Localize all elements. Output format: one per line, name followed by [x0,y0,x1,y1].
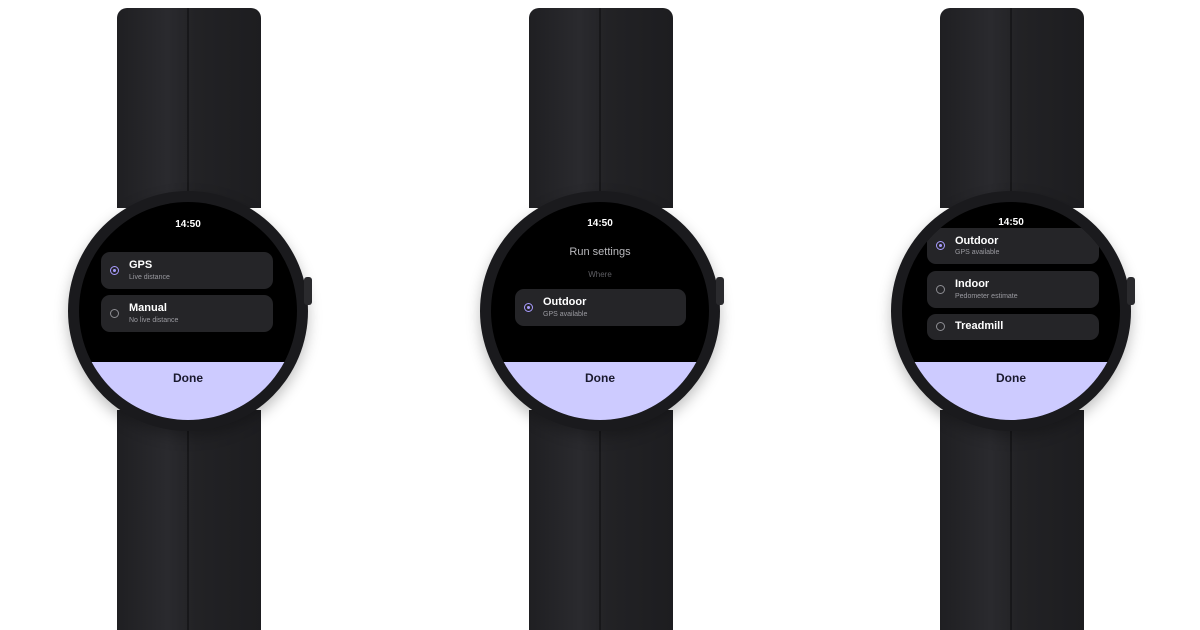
option-secondary: Pedometer estimate [955,293,1018,300]
radio-selected-icon [936,241,945,250]
watch-strap-bottom [117,410,261,630]
done-button[interactable]: Done [491,362,709,420]
option-label: Outdoor [955,235,999,247]
option-secondary: Live distance [129,274,170,281]
watch-crown[interactable] [1127,277,1135,305]
radio-unselected-icon [936,285,945,294]
option-secondary: GPS available [543,311,588,318]
radio-selected-icon [110,266,119,275]
option-manual[interactable]: Manual No live distance [101,295,273,332]
option-label: GPS [129,259,153,271]
watch-screen: 14:50 Run settings Where Outdoor GPS ava… [491,202,709,420]
watch-strap-bottom [940,410,1084,630]
page-title: Run settings [569,246,631,258]
watch-screen: 14:50 Outdoor GPS available Indoor Pedom… [902,202,1120,420]
option-outdoor[interactable]: Outdoor GPS available [927,228,1099,264]
watch-3: 14:50 Outdoor GPS available Indoor Pedom… [891,0,1135,630]
option-secondary: GPS available [955,249,1000,256]
done-button[interactable]: Done [902,362,1120,420]
done-label: Done [996,371,1026,385]
status-time: 14:50 [587,218,613,229]
option-label: Outdoor [543,296,587,308]
radio-unselected-icon [110,309,119,318]
watch-strap-top [529,8,673,208]
watch-1: 14:50 GPS Live distance Manual No live d… [68,0,312,630]
done-label: Done [173,371,203,385]
option-indoor[interactable]: Indoor Pedometer estimate [927,271,1099,308]
status-time: 14:50 [998,217,1024,228]
option-label: Indoor [955,278,990,290]
status-time: 14:50 [175,219,201,230]
option-treadmill[interactable]: Treadmill [927,314,1099,340]
section-label: Where [588,270,612,279]
watch-crown[interactable] [304,277,312,305]
watch-crown[interactable] [716,277,724,305]
watch-screen: 14:50 GPS Live distance Manual No live d… [79,202,297,420]
option-label: Treadmill [955,320,1004,332]
option-label: Manual [129,302,167,314]
done-button[interactable]: Done [79,362,297,420]
radio-unselected-icon [936,322,945,331]
option-gps[interactable]: GPS Live distance [101,252,273,289]
option-outdoor[interactable]: Outdoor GPS available [515,289,686,326]
watch-2: 14:50 Run settings Where Outdoor GPS ava… [480,0,724,630]
option-secondary: No live distance [129,317,179,324]
radio-selected-icon [524,303,533,312]
watch-strap-bottom [529,410,673,630]
done-label: Done [585,371,615,385]
watch-strap-top [940,8,1084,208]
watch-strap-top [117,8,261,208]
